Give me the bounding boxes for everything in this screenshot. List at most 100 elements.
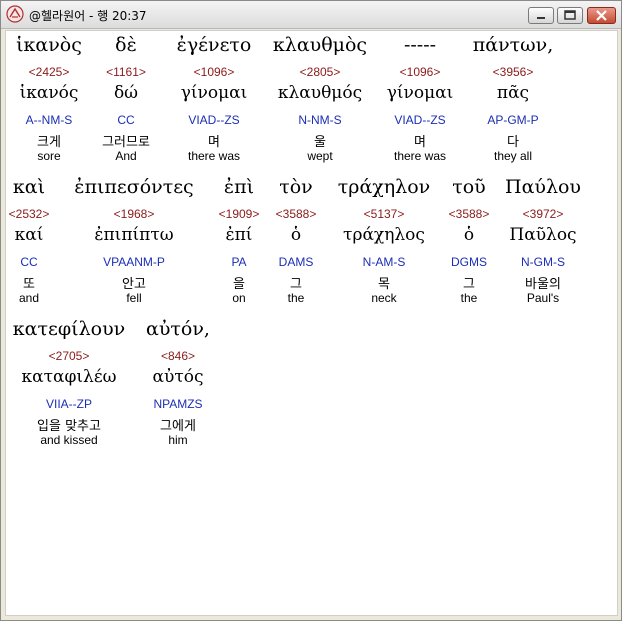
korean-gloss: 입을 맞추고: [37, 419, 101, 434]
lemma: ὁ: [290, 225, 302, 245]
strong-number: <2705>: [48, 349, 90, 363]
parse-code: A--NM-S: [25, 113, 73, 127]
greek-word: ἐγένετο: [176, 34, 252, 56]
word-1-4[interactable]: κλαυθμὸς <2805> κλαυθμός N-NM-S 울 wept: [268, 31, 372, 171]
english-gloss: wept: [307, 149, 333, 163]
parse-code: DAMS: [278, 255, 314, 269]
parse-code: VIAD--ZS: [188, 113, 240, 127]
lemma: ἱκανός: [19, 83, 79, 103]
parse-code: VPAANM-P: [103, 255, 165, 269]
greek-word: -----: [403, 34, 437, 56]
close-button[interactable]: [587, 7, 616, 24]
title-bar[interactable]: @헬라원어 - 행 20:37: [1, 1, 621, 29]
parse-code: DGMS: [451, 255, 487, 269]
korean-gloss: 그: [290, 277, 302, 292]
strong-number: <2532>: [8, 207, 50, 221]
word-2-5[interactable]: τράχηλον <5137> τράχηλος N-AM-S 목 neck: [326, 173, 442, 313]
lemma: ἐπί: [225, 225, 253, 245]
korean-gloss: 안고: [122, 277, 146, 292]
word-1-5[interactable]: ----- <1096> γίνομαι VIAD--ZS 며 there wa…: [376, 31, 464, 171]
greek-word: ἐπὶ: [223, 176, 255, 198]
parse-code: N-AM-S: [362, 255, 406, 269]
lemma: κλαυθμός: [277, 83, 363, 103]
greek-word: Παύλου: [505, 176, 581, 198]
word-1-2[interactable]: δὲ <1161> δώ CC 그러므로 And: [92, 31, 160, 171]
korean-gloss: 크게: [37, 135, 61, 150]
word-2-3[interactable]: ἐπὶ <1909> ἐπί PA 을 on: [211, 173, 267, 313]
bible-app-icon: [6, 5, 24, 23]
maximize-icon: [564, 10, 576, 20]
korean-gloss: 그: [463, 277, 475, 292]
english-gloss: there was: [393, 149, 447, 163]
word-2-6[interactable]: τοῦ <3588> ὁ DGMS 그 the: [442, 173, 496, 313]
strong-number: <3588>: [275, 207, 317, 221]
english-gloss: fell: [126, 291, 142, 305]
word-2-4[interactable]: τὸν <3588> ὁ DAMS 그 the: [268, 173, 324, 313]
strong-number: <3972>: [522, 207, 564, 221]
english-gloss: the: [287, 291, 305, 305]
word-3-2[interactable]: αὐτόν, <846> αὐτός NPAMZS 그에게 him: [136, 315, 220, 455]
korean-gloss: 다: [507, 135, 519, 150]
korean-gloss: 며: [414, 135, 426, 150]
korean-gloss: 바울의: [525, 277, 561, 292]
app-window: @헬라원어 - 행 20:37 ἱκανὸς <2425> ἱκανός A--…: [0, 0, 622, 621]
english-gloss: Paul's: [526, 291, 560, 305]
word-2-1[interactable]: καὶ <2532> καί CC 또 and: [6, 173, 52, 313]
strong-number: <5137>: [363, 207, 405, 221]
strong-number: <1096>: [193, 65, 235, 79]
lemma: δώ: [113, 83, 139, 103]
word-3-1[interactable]: κατεφίλουν <2705> καταφιλέω VIIA--ZP 입을 …: [6, 315, 132, 455]
korean-gloss: 그에게: [160, 419, 196, 434]
parse-code: N-NM-S: [298, 113, 342, 127]
strong-number: <2805>: [299, 65, 341, 79]
english-gloss: sore: [37, 149, 61, 163]
greek-word: τράχηλον: [337, 176, 431, 198]
korean-gloss: 목: [378, 277, 390, 292]
word-1-3[interactable]: ἐγένετο <1096> γίνομαι VIAD--ZS 며 there …: [166, 31, 262, 171]
minimize-button[interactable]: [528, 7, 554, 24]
greek-word: τοῦ: [452, 176, 486, 198]
window-title: @헬라원어 - 행 20:37: [29, 9, 147, 23]
strong-number: <1096>: [399, 65, 441, 79]
strong-number: <1968>: [113, 207, 155, 221]
lemma: πᾶς: [496, 83, 530, 103]
parse-code: CC: [117, 113, 135, 127]
lemma: αὐτός: [152, 367, 204, 387]
parse-code: VIAD--ZS: [394, 113, 446, 127]
parse-code: VIIA--ZP: [45, 397, 92, 411]
parse-code: N-GM-S: [521, 255, 565, 269]
interlinear-view: ἱκανὸς <2425> ἱκανός A--NM-S 크게 sore δὲ …: [5, 30, 618, 616]
word-2-2[interactable]: ἐπιπεσόντες <1968> ἐπιπίπτω VPAANM-P 안고 …: [64, 173, 204, 313]
maximize-button[interactable]: [557, 7, 583, 24]
korean-gloss: 며: [208, 135, 220, 150]
close-icon: [596, 10, 607, 21]
greek-word: κατεφίλουν: [12, 318, 126, 340]
parse-code: CC: [20, 255, 38, 269]
greek-word: καὶ: [12, 176, 46, 198]
greek-word: τὸν: [279, 176, 313, 198]
greek-word: κλαυθμὸς: [272, 34, 368, 56]
korean-gloss: 또: [23, 277, 35, 292]
english-gloss: and kissed: [40, 433, 98, 447]
english-gloss: the: [460, 291, 478, 305]
lemma: γίνομαι: [386, 83, 454, 103]
strong-number: <3588>: [448, 207, 490, 221]
english-gloss: on: [232, 291, 246, 305]
greek-word: ἱκανὸς: [16, 34, 82, 56]
english-gloss: him: [168, 433, 188, 447]
word-2-7[interactable]: Παύλου <3972> Παῦλος N-GM-S 바울의 Paul's: [498, 173, 588, 313]
lemma: γίνομαι: [180, 83, 248, 103]
greek-word: πάντων,: [472, 34, 554, 56]
greek-word: δὲ: [115, 34, 137, 56]
greek-word: ἐπιπεσόντες: [74, 176, 194, 198]
english-gloss: there was: [187, 149, 241, 163]
strong-number: <846>: [160, 349, 196, 363]
strong-number: <2425>: [28, 65, 70, 79]
lemma: Παῦλος: [509, 225, 577, 245]
word-1-1[interactable]: ἱκανὸς <2425> ἱκανός A--NM-S 크게 sore: [6, 31, 92, 171]
lemma: ἐπιπίπτω: [94, 225, 174, 245]
strong-number: <1909>: [218, 207, 260, 221]
word-1-6[interactable]: πάντων, <3956> πᾶς AP-GM-P 다 they all: [468, 31, 558, 171]
english-gloss: neck: [371, 291, 397, 305]
english-gloss: and: [18, 291, 40, 305]
